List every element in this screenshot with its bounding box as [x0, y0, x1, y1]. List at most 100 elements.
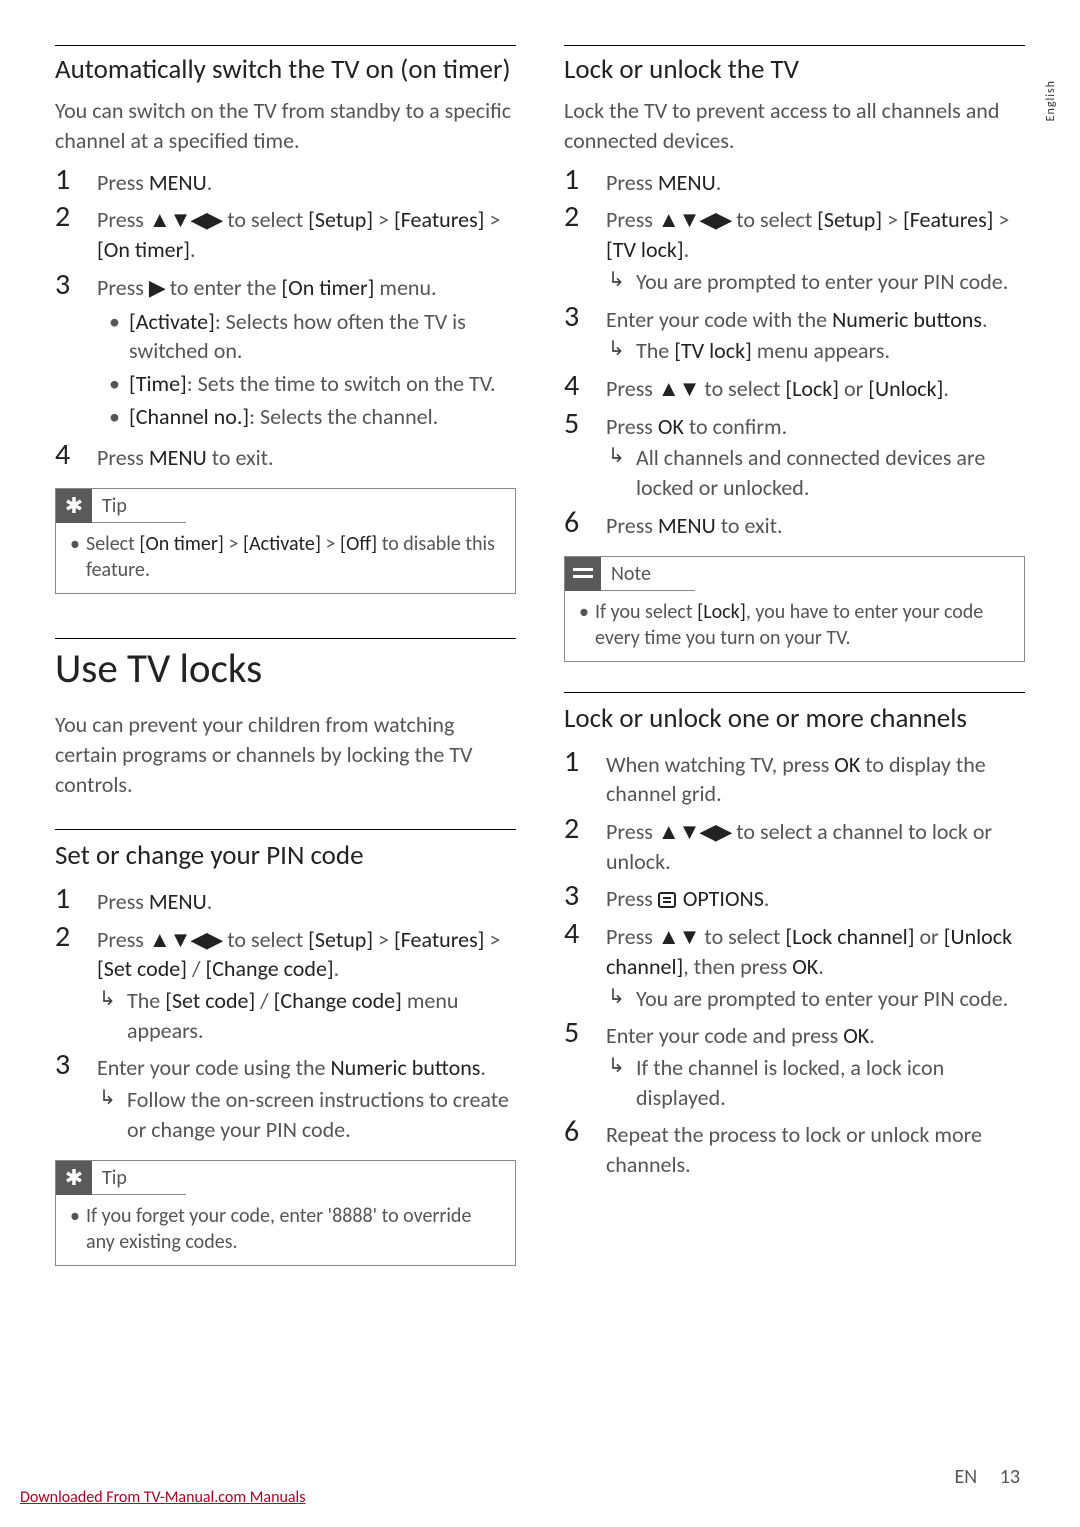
t: . — [480, 1054, 486, 1081]
steps-pin: 1 Press MENU. 2 Press ▲▼◀▶ to select [Se… — [55, 883, 516, 1145]
t: Press — [606, 413, 658, 440]
result-arrow-icon: ↳ — [606, 443, 636, 502]
t: Enter your code with the — [606, 306, 832, 333]
step: 6 Press MENU to exit. — [564, 507, 1025, 541]
nav-arrows-icon: ▲▼◀▶ — [149, 927, 222, 952]
t: . — [334, 955, 340, 982]
step-number: 4 — [564, 370, 606, 402]
tip-box: ✱ Tip Select [On timer] > [Activate] > [… — [55, 488, 516, 594]
right-arrow-icon: ▶ — [149, 275, 165, 300]
download-link[interactable]: Downloaded From TV-Manual.com Manuals — [20, 1488, 305, 1507]
t: [Setup] — [308, 206, 373, 233]
t: : Sets the time to switch on the TV. — [187, 370, 496, 397]
t: > — [321, 532, 340, 556]
t: MENU — [658, 169, 716, 196]
result-arrow-icon: ↳ — [97, 986, 127, 1045]
steps-lock-tv: 1 Press MENU. 2 Press ▲▼◀▶ to select [Se… — [564, 164, 1025, 541]
t: . — [207, 888, 213, 915]
t: to exit. — [207, 444, 274, 471]
t: to select — [222, 926, 308, 953]
tip-head: ✱ Tip — [56, 489, 186, 523]
t: Press — [606, 375, 658, 402]
t: > — [224, 532, 243, 556]
footer-page: 13 — [1000, 1465, 1020, 1489]
t: or — [914, 923, 943, 950]
t: [TV lock] — [674, 337, 752, 364]
page-content: Automatically switch the TV on (on timer… — [0, 0, 1080, 1316]
t: [On timer] — [281, 274, 374, 301]
t: OK — [658, 413, 684, 440]
steps-on-timer: 1 Press MENU. 2 Press ▲▼◀▶ to select [Se… — [55, 164, 516, 473]
step-number: 1 — [564, 746, 606, 778]
t: to confirm. — [684, 413, 787, 440]
tip-box: ✱ Tip If you forget your code, enter '88… — [55, 1160, 516, 1266]
result-arrow-icon: ↳ — [606, 336, 636, 366]
t: Follow the on-screen instructions to cre… — [127, 1085, 516, 1144]
t: [On timer] — [139, 532, 224, 556]
t: . — [684, 236, 690, 263]
t: . — [818, 953, 824, 980]
bullet: [Time]: Sets the time to switch on the T… — [97, 369, 516, 398]
updown-arrows-icon: ▲▼ — [658, 376, 700, 401]
t: OK — [834, 751, 860, 778]
intro-text: You can switch on the TV from standby to… — [55, 96, 516, 155]
step-number: 1 — [55, 164, 97, 196]
t: > — [484, 206, 500, 233]
t: MENU — [658, 512, 716, 539]
rule — [55, 638, 516, 639]
t: . — [716, 169, 722, 196]
t: [Lock] — [785, 375, 839, 402]
note-icon — [565, 557, 601, 591]
t: You are prompted to enter your PIN code. — [636, 267, 1025, 297]
t: / — [255, 987, 273, 1014]
step: 2 Press ▲▼◀▶ to select [Setup] > [Featur… — [564, 201, 1025, 296]
step-number: 3 — [55, 269, 97, 301]
step-number: 4 — [564, 918, 606, 950]
t: > — [484, 926, 500, 953]
options-icon — [658, 892, 676, 908]
t: Press — [97, 888, 149, 915]
step: 5 Enter your code and press OK. ↳If the … — [564, 1017, 1025, 1112]
t: Numeric buttons — [832, 306, 982, 333]
t: : Selects the channel. — [249, 403, 438, 430]
step: 1 Press MENU. — [564, 164, 1025, 198]
result-arrow-icon: ↳ — [606, 267, 636, 297]
t: Repeat the process to lock or unlock mor… — [606, 1116, 1025, 1179]
t: All channels and connected devices are l… — [636, 443, 1025, 502]
asterisk-icon: ✱ — [56, 1161, 92, 1195]
t: [Off] — [340, 532, 377, 556]
t: Press — [606, 169, 658, 196]
tip-label: Tip — [92, 1166, 127, 1190]
step-number: 2 — [564, 201, 606, 233]
t: When watching TV, press — [606, 751, 834, 778]
t: [Set code] — [165, 987, 255, 1014]
heading-on-timer: Automatically switch the TV on (on timer… — [55, 54, 516, 86]
t: [Activate] — [243, 532, 321, 556]
result: ↳The [TV lock] menu appears. — [606, 336, 1025, 366]
updown-arrows-icon: ▲▼ — [658, 924, 700, 949]
result-arrow-icon: ↳ — [606, 1053, 636, 1112]
t: The — [636, 337, 674, 364]
t: If you select — [595, 600, 697, 624]
step: 4 Press ▲▼ to select [Lock channel] or [… — [564, 918, 1025, 1013]
t: > — [373, 926, 394, 953]
step-number: 4 — [55, 439, 97, 471]
step: 4 Press ▲▼ to select [Lock] or [Unlock]. — [564, 370, 1025, 404]
t: Press — [97, 926, 149, 953]
t: Press — [97, 274, 149, 301]
step: 6 Repeat the process to lock or unlock m… — [564, 1116, 1025, 1179]
language-tab: English — [1044, 80, 1058, 121]
step: 1 Press MENU. — [55, 883, 516, 917]
heading-tv-locks: Use TV locks — [55, 647, 516, 692]
t: Numeric buttons — [330, 1054, 480, 1081]
nav-arrows-icon: ▲▼◀▶ — [658, 819, 731, 844]
t: / — [187, 955, 205, 982]
t: [Lock channel] — [785, 923, 914, 950]
right-column: Lock or unlock the TV Lock the TV to pre… — [564, 45, 1025, 1266]
bullet: [Channel no.]: Selects the channel. — [97, 402, 516, 431]
t: [Unlock] — [868, 375, 943, 402]
t: to select — [222, 206, 308, 233]
note-head: Note — [565, 557, 695, 591]
step-number: 1 — [55, 883, 97, 915]
t: Press — [97, 169, 149, 196]
